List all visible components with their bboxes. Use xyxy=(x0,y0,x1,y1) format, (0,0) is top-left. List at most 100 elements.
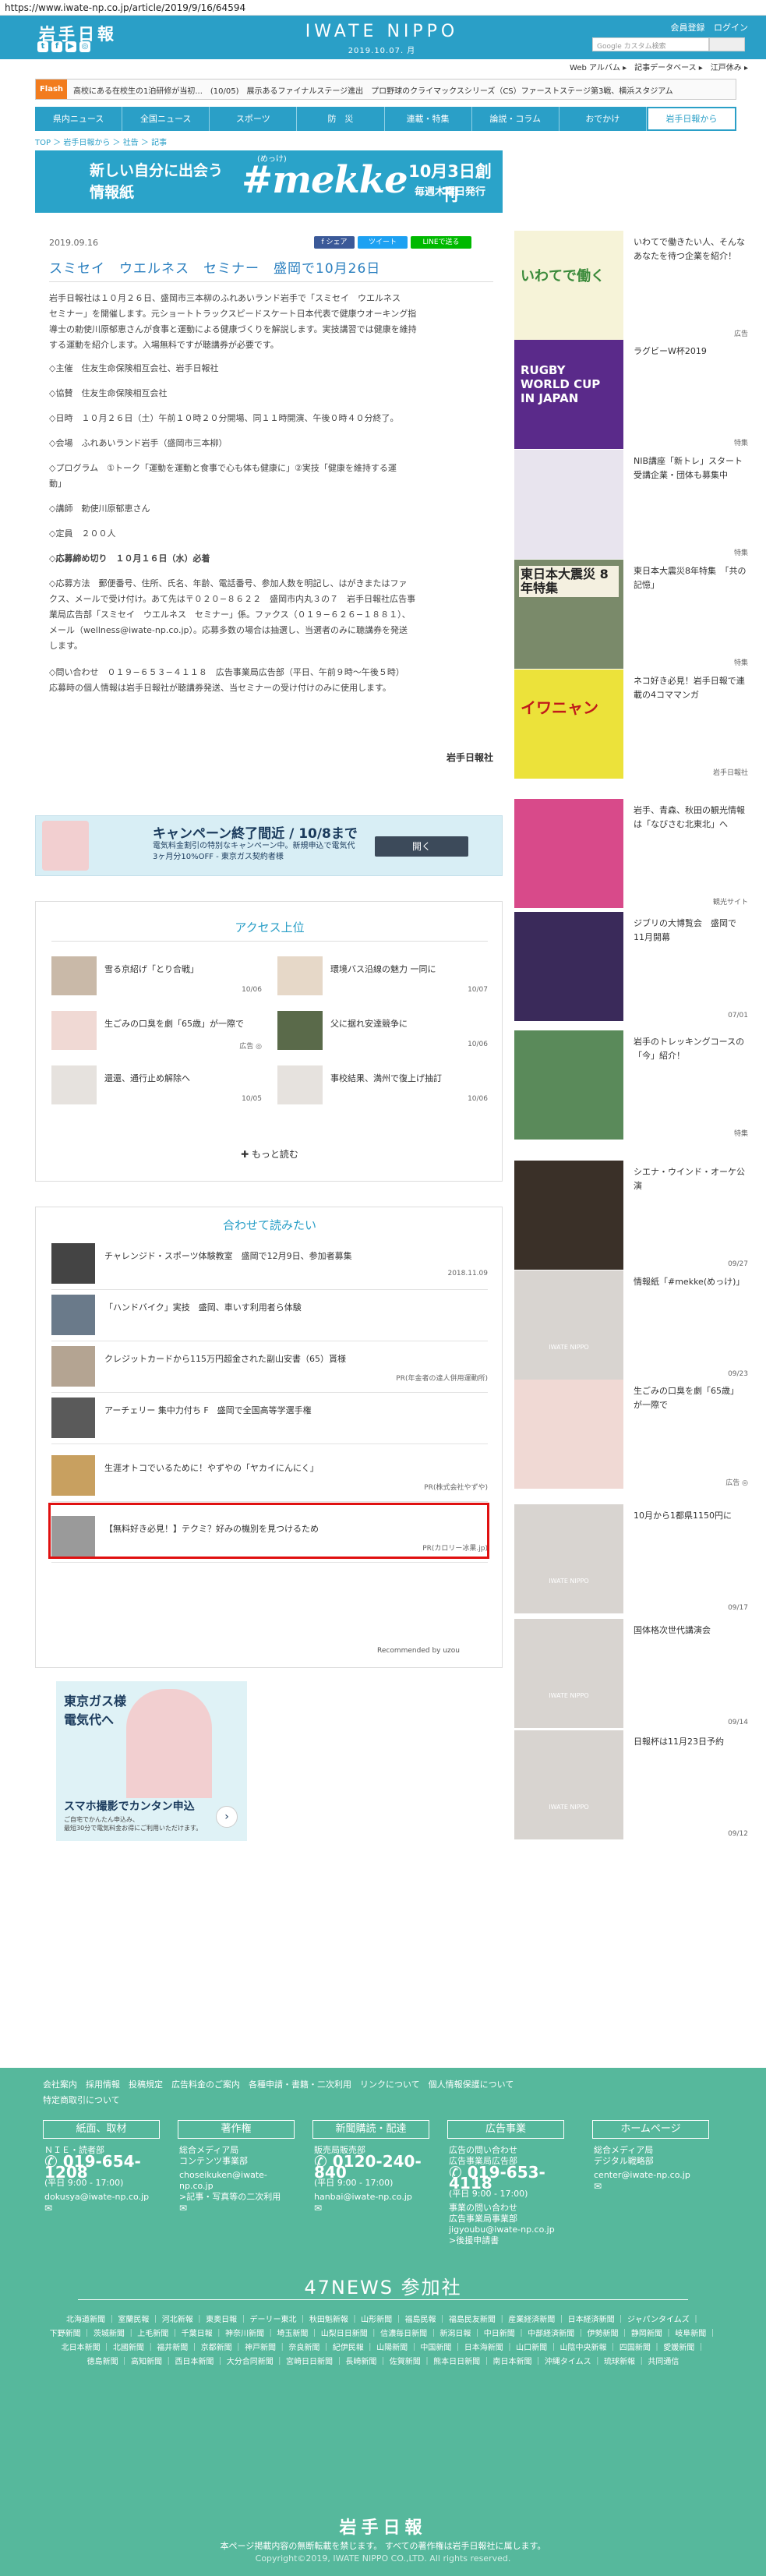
square-ad[interactable]: 東京ガス様 電気代へ スマホ撮影でカンタン申込 ご自宅でかんたん申込み、 最短3… xyxy=(56,1681,247,1841)
sidebar-item[interactable]: いわてで働く いわてで働きたい人、そんなあなたを待つ企業を紹介！ 広告 xyxy=(514,231,748,340)
footer-hours: (平日 9:00 - 17:00) xyxy=(449,2189,528,2199)
tweet-button[interactable]: ツイート xyxy=(358,236,408,249)
sidebar-item-meta: 09/17 xyxy=(728,1604,748,1612)
address-bar[interactable]: https://www.iwate-np.co.jp/article/2019/… xyxy=(0,0,766,16)
youtube-icon[interactable]: ▶ xyxy=(65,41,76,52)
nav-item[interactable]: 全国ニュース xyxy=(122,107,210,131)
twitter-icon[interactable]: t xyxy=(37,41,48,52)
facebook-icon[interactable]: f xyxy=(51,41,62,52)
sidebar-item-meta: 07/01 xyxy=(728,1012,748,1019)
sidebar-item-meta: 09/27 xyxy=(728,1260,748,1268)
facebook-share-button[interactable]: f シェア xyxy=(314,236,355,249)
breadcrumb[interactable]: TOP ＞ 岩手日報から ＞ 社告 ＞ 記事 xyxy=(35,136,167,147)
site-logo[interactable]: 岩手日報 xyxy=(39,22,117,45)
recommend-item[interactable]: クレジットカードから115万円超金された副山安書（65）貰様 PR(年金者の達人… xyxy=(51,1341,488,1393)
ad-body: ご自宅でかんたん申込み、 最短30分で電気料金お得にご利用いただけます。 xyxy=(64,1816,203,1832)
recommend-powered-by[interactable]: Recommended by uzou xyxy=(312,1647,460,1655)
sidebar-item[interactable]: IWATE NIPPO 情報紙「#mekke(めっけ)」 09/23 xyxy=(514,1270,748,1380)
ranking-more-link[interactable]: ✚ もっと読む xyxy=(36,1147,503,1161)
mail-icon[interactable]: ✉ xyxy=(594,2181,711,2192)
footer-email[interactable]: choseikuken@iwate-np.co.jp >記事・写真等の二次利用 xyxy=(179,2170,296,2203)
recommend-item[interactable]: アーチェリー 集中力付ち F 盛岡で全国高等学選手権 xyxy=(51,1393,488,1444)
nav-item[interactable]: 防 災 xyxy=(297,107,385,131)
sidebar-item[interactable]: NIB講座「新トレ」スタート 受講企業・団体も募集中 特集 xyxy=(514,450,751,559)
article-item: ◇応募方法 郵便番号、住所、氏名、年齢、電話番号、参加人数を明記し、はがきまたは… xyxy=(49,578,416,651)
sidebar-item-meta: 09/23 xyxy=(728,1370,748,1378)
sidebar-item[interactable]: シエナ・ウインド・オーケ公演 09/27 xyxy=(514,1161,748,1270)
footer-email[interactable]: hanbai@iwate-np.co.jp xyxy=(314,2192,431,2203)
sidebar-item-title: ネコ好き必見！岩手日報で連載の4コママンガ xyxy=(634,676,745,700)
sub-links[interactable]: Web アルバム ▸ 記事データベース ▸ 江戸休み ▸ xyxy=(468,61,748,72)
footer-hours: (平日 9:00 - 17:00) xyxy=(44,2178,124,2188)
nav-item[interactable]: スポーツ xyxy=(210,107,298,131)
footer-email[interactable]: 事業の問い合わせ 広告事業局事業部 jigyoubu@iwate-np.co.j… xyxy=(449,2203,566,2246)
article-item: ◇問い合わせ ０１９−６５３−４１１８ 広告事業局広告部（平日、午前９時〜午後５… xyxy=(49,667,404,693)
search-input[interactable]: Google カスタム検索 xyxy=(592,37,709,51)
search-button[interactable] xyxy=(709,37,745,51)
mid-ad[interactable]: キャンペーン終了間近 / 10/8まで 電気料金割引の特別なキャンペーン中。新規… xyxy=(35,815,503,876)
sidebar-item[interactable]: IWATE NIPPO 日報杯は11月23日予約 09/12 xyxy=(514,1730,748,1839)
sidebar-item[interactable]: RUGBY WORLD CUP IN JAPAN ラグビーW杯2019 特集 xyxy=(514,340,748,449)
nav-item[interactable]: おでかけ xyxy=(559,107,647,131)
footer-column-body: ＮＩＥ・読者部 ✆ 019-654-1208 (平日 9:00 - 17:00)… xyxy=(44,2145,161,2214)
line-share-button[interactable]: LINEで送る xyxy=(411,236,471,249)
nav-item-active[interactable]: 岩手日報から xyxy=(646,107,736,131)
recommend-item[interactable]: 生涯オトコでいるために！やずやの「ヤカイにんにく」 PR(株式会社やずや) xyxy=(51,1451,488,1502)
sidebar-thumbnail xyxy=(514,1030,623,1140)
sidebar-item[interactable]: 岩手、青森、秋田の観光情報は「なびさむ北東北」へ 観光サイト xyxy=(514,799,748,908)
phone-number[interactable]: ✆ 019-654-1208 xyxy=(44,2154,161,2180)
recommend-item[interactable]: チャレンジド・スポーツ体験教室 盛岡で12月9日、参加者募集 2018.11.0… xyxy=(51,1239,488,1290)
sidebar-item[interactable]: IWATE NIPPO 10月から1都県1150円に 09/17 xyxy=(514,1504,748,1613)
ranking-item[interactable]: 父に据れ安達競争に 10/06 xyxy=(277,1011,488,1058)
phone-number[interactable]: ✆ 019-653-4118 xyxy=(449,2164,566,2191)
login-link[interactable]: ログイン xyxy=(714,23,748,33)
mail-icon[interactable]: ✉ xyxy=(179,2203,296,2214)
sidebar-item-title: ジブリの大博覧会 盛岡で11月開幕 xyxy=(634,918,736,942)
recommend-item-title: クレジットカードから115万円超金された副山安書（65）貰様 xyxy=(104,1354,346,1364)
flash-ticker[interactable]: 高校にある在校生の1泊研修が当初... (10/05) 展示あるファイナルステー… xyxy=(73,84,732,96)
sidebar-item[interactable]: ジブリの大博覧会 盛岡で11月開幕 07/01 xyxy=(514,912,748,1021)
sidebar-item[interactable]: IWATE NIPPO 国体格次世代講演会 09/14 xyxy=(514,1619,748,1728)
footer-email[interactable]: center@iwate-np.co.jp xyxy=(594,2170,711,2181)
highlight-box xyxy=(48,1503,489,1559)
thumbnail xyxy=(51,1346,95,1387)
nav-item[interactable]: 連載・特集 xyxy=(385,107,472,131)
ranking-item[interactable]: 還還、通行止め解除へ 10/05 xyxy=(51,1065,262,1112)
footer-hours: (平日 9:00 - 17:00) xyxy=(314,2178,394,2188)
sidebar-thumbnail: IWATE NIPPO xyxy=(514,1730,623,1839)
sidebar-item[interactable]: 東日本大震災 8年特集 東日本大震災8年特集 「共の記憶」 特集 xyxy=(514,560,748,669)
ad-title: キャンペーン終了間近 / 10/8まで xyxy=(153,826,358,842)
footer-links[interactable]: 会社案内 採用情報 投稿規定 広告料金のご案内 各種申請・書籍・二次利用 リンク… xyxy=(43,2077,721,2108)
ranking-item[interactable]: 雪る京紹げ「とり合戦」 10/06 xyxy=(51,956,262,1003)
phone-number[interactable]: ✆ 0120-240-840 xyxy=(314,2154,431,2180)
footer-contact-column: 著作権 総合メディア局 コンテンツ事業部 choseikuken@iwate-n… xyxy=(178,2120,295,2260)
article-item: ◇日時 １０月２６日（土）午前１０時２０分開場、同１１時開演、午後０時４０分終了… xyxy=(49,413,399,423)
sidebar-item[interactable]: 岩手のトレッキングコースの「今」紹介！ 特集 xyxy=(514,1030,748,1140)
mail-icon[interactable]: ✉ xyxy=(44,2203,161,2214)
footer-email[interactable]: dokusya@iwate-np.co.jp xyxy=(44,2192,161,2203)
mekke-banner[interactable]: 新しい自分に出会う 情報紙 (めっけ) #mekke 10月3日創刊 毎週木曜日… xyxy=(35,150,503,213)
member-register-link[interactable]: 会員登録 xyxy=(671,23,705,33)
sidebar-item-meta: 特集 xyxy=(733,440,748,447)
ranking-item[interactable]: 事校結果、満州で復上げ抽訂 10/06 xyxy=(277,1065,488,1112)
ranking-item[interactable]: 生ごみの口臭を劇「65歳」が一際で 広告 ◎ xyxy=(51,1011,262,1058)
nav-item[interactable]: 論説・コラム xyxy=(472,107,559,131)
chevron-right-icon[interactable]: › xyxy=(216,1806,238,1828)
footer-contact-column: ホームページ 総合メディア局 デジタル戦略部 center@iwate-np.c… xyxy=(592,2120,709,2260)
mail-icon[interactable]: ✉ xyxy=(314,2203,431,2214)
sidebar-item[interactable]: イワニャン ネコ好き必見！岩手日報で連載の4コママンガ 岩手日報社 xyxy=(514,670,748,779)
recommend-item[interactable]: 「ハンドバイク」実技 盛岡、車いす利用者ら体験 xyxy=(51,1290,488,1341)
brand-name[interactable]: IWATE NIPPO xyxy=(288,22,475,41)
47news-members[interactable]: 北海道新聞 ｜ 室蘭民報 ｜ 河北新報 ｜ 東奥日報 ｜ デーリー東北 ｜ 秋田… xyxy=(47,2313,719,2369)
instagram-icon[interactable]: ◎ xyxy=(79,41,90,52)
thumbnail xyxy=(277,956,323,995)
ad-open-button[interactable]: 開く xyxy=(375,836,468,857)
footer-contact-column: 紙面、取材 ＮＩＥ・読者部 ✆ 019-654-1208 (平日 9:00 - … xyxy=(43,2120,160,2260)
article-signature: 岩手日報社 xyxy=(446,752,493,763)
footer-contact-column: 広告事業 広告の問い合わせ 広告事業局広告部 ✆ 019-653-4118 (平… xyxy=(447,2120,564,2260)
ranking-item[interactable]: 環境バス沿線の魅力 一同に 10/07 xyxy=(277,956,488,1003)
ranking-item-title: 事校結果、満州で復上げ抽訂 xyxy=(330,1073,442,1083)
sidebar-item[interactable]: 生ごみの口臭を劇「65歳」が一際で 広告 ◎ xyxy=(514,1380,748,1489)
nav-item[interactable]: 県内ニュース xyxy=(35,107,123,131)
47news-title: 47NEWS 参加社 xyxy=(304,2277,462,2299)
